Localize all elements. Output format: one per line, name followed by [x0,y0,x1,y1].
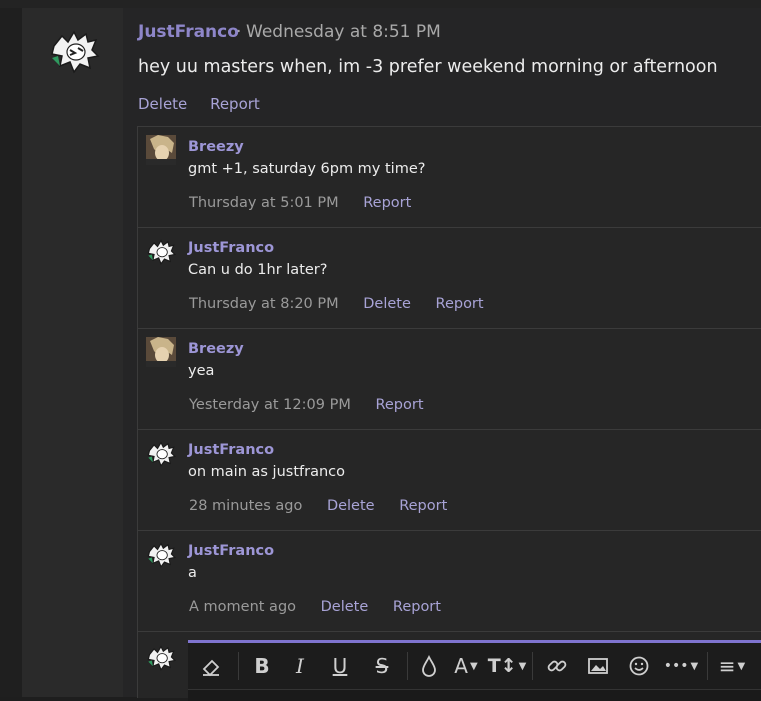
comment-item: JustFranco on main as justfranco 28 minu… [138,430,761,531]
justfranco-avatar[interactable] [48,26,100,74]
comment-body: yea [188,363,215,379]
justfranco-avatar[interactable] [146,539,176,569]
align-glyph: ≡ [718,654,736,678]
report-link[interactable]: Report [393,599,441,615]
font-family-glyph: A [454,654,468,678]
comment-meta: Yesterday at 12:09 PM Report [189,397,444,413]
report-link[interactable]: Report [210,95,260,113]
reply-text-area[interactable] [188,689,761,701]
comment-timestamp[interactable]: A moment ago [189,599,296,615]
comment-author[interactable]: Breezy [188,341,244,357]
emoji-icon[interactable] [619,651,659,681]
comment-item: Breezy yea Yesterday at 12:09 PM Report [138,329,761,430]
comment-body: a [188,565,197,581]
align-icon[interactable]: ≡ ▼ [712,651,752,681]
underline-icon[interactable]: U [319,651,361,681]
comment-author[interactable]: JustFranco [188,543,274,559]
report-link[interactable]: Report [399,498,447,514]
link-icon[interactable] [537,651,577,681]
comment-meta: 28 minutes ago Delete Report [189,498,467,514]
bold-icon[interactable]: B [243,651,281,681]
comment-list: Breezy gmt +1, saturday 6pm my time? Thu… [137,126,761,698]
justfranco-avatar[interactable] [146,642,176,672]
comment-meta: Thursday at 5:01 PM Report [189,195,431,211]
comment-meta: A moment ago Delete Report [189,599,461,615]
clear-format-icon[interactable] [188,651,234,681]
comment-item: JustFranco a A moment ago Delete Report [138,531,761,632]
delete-link[interactable]: Delete [363,296,411,312]
more-options-glyph: ••• [663,658,689,674]
delete-link[interactable]: Delete [321,599,369,615]
comment-body: on main as justfranco [188,464,346,480]
comment-item: JustFranco Can u do 1hr later? Thursday … [138,228,761,329]
toolbar-divider [707,652,708,680]
post-author[interactable]: JustFranco [138,22,239,42]
comment-body: gmt +1, saturday 6pm my time? [188,161,426,177]
more-options-icon[interactable]: ••• ▼ [659,651,703,681]
image-icon[interactable] [577,651,619,681]
post-body: hey uu masters when, im -3 prefer weeken… [138,57,718,77]
comment-timestamp[interactable]: Thursday at 8:20 PM [189,296,339,312]
font-size-glyph: T↕ [487,655,517,677]
toolbar-divider [238,652,239,680]
breezy-avatar[interactable] [146,337,176,367]
post-avatar-column [22,8,123,697]
page-left-edge [0,8,22,697]
comment-item: Breezy gmt +1, saturday 6pm my time? Thu… [138,127,761,228]
comment-body: Can u do 1hr later? [188,262,328,278]
meta-separator: · [236,22,242,42]
comment-author[interactable]: JustFranco [188,240,274,256]
font-family-icon[interactable]: A ▼ [446,651,486,681]
comment-timestamp[interactable]: 28 minutes ago [189,498,302,514]
report-link[interactable]: Report [436,296,484,312]
delete-link[interactable]: Delete [138,95,187,113]
editor-toolbar: B I U S A ▼ T↕ ▼ ••• ▼ ≡ ▼ [188,643,761,689]
justfranco-avatar[interactable] [146,438,176,468]
italic-icon[interactable]: I [281,651,319,681]
comment-meta: Thursday at 8:20 PM Delete Report [189,296,504,312]
comment-author[interactable]: Breezy [188,139,244,155]
report-link[interactable]: Report [363,195,411,211]
toolbar-divider [407,652,408,680]
comment-timestamp[interactable]: Thursday at 5:01 PM [189,195,339,211]
text-color-icon[interactable] [412,651,446,681]
reply-editor: B I U S A ▼ T↕ ▼ ••• ▼ ≡ ▼ [188,640,761,701]
report-link[interactable]: Report [375,397,423,413]
font-size-icon[interactable]: T↕ ▼ [486,651,528,681]
window-top-edge [0,0,761,8]
delete-link[interactable]: Delete [327,498,375,514]
toolbar-divider [532,652,533,680]
comment-timestamp[interactable]: Yesterday at 12:09 PM [189,397,351,413]
post-timestamp[interactable]: Wednesday at 8:51 PM [246,22,441,42]
breezy-avatar[interactable] [146,135,176,165]
justfranco-avatar[interactable] [146,236,176,266]
strikethrough-icon[interactable]: S [361,651,403,681]
post-actions: Delete Report [138,95,278,113]
comment-author[interactable]: JustFranco [188,442,274,458]
